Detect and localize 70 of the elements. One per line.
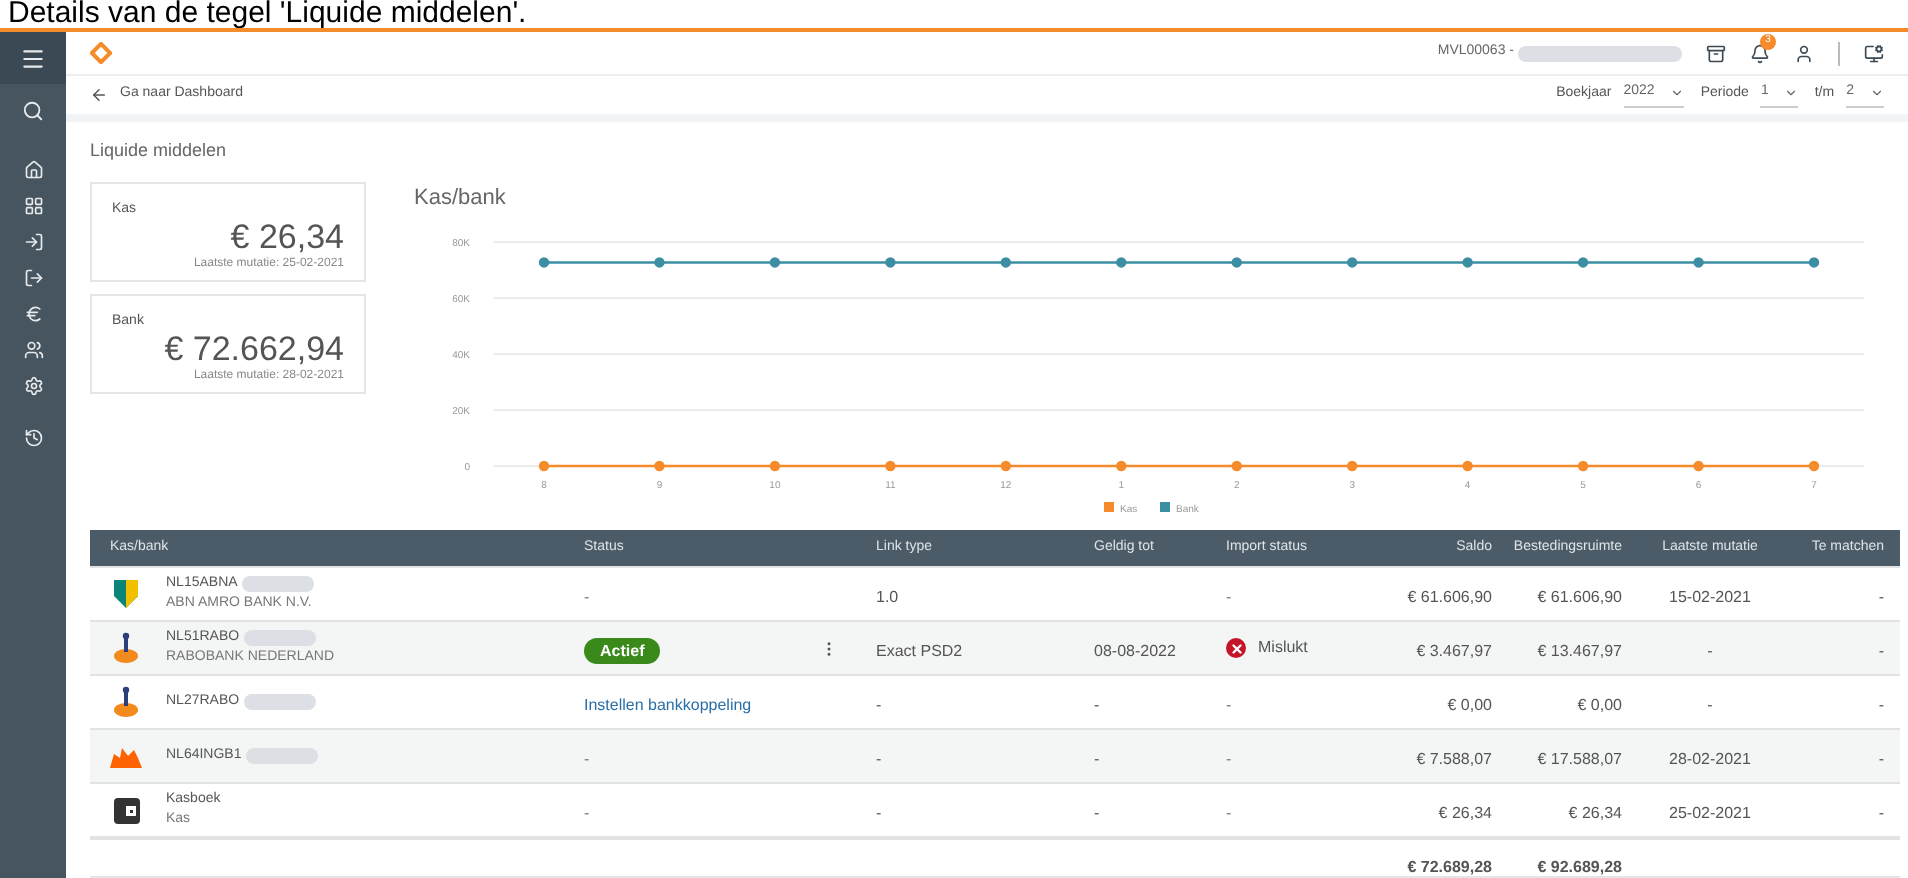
caret-icon — [1870, 86, 1884, 101]
table-cell: - — [876, 804, 882, 822]
table-cell: € 0,00 — [1577, 696, 1622, 714]
table-cell: € 72.689,28 — [1407, 858, 1492, 876]
table-cell: - — [1707, 642, 1713, 660]
table-cell: € 26,34 — [1438, 804, 1492, 822]
menu-icon[interactable] — [20, 45, 46, 71]
table-cell: € 61.606,90 — [1407, 588, 1492, 606]
table-cell: - — [1878, 642, 1884, 660]
section-title: Liquide middelen — [90, 138, 229, 164]
table-cell: - — [1094, 696, 1100, 714]
table-cell: - — [1878, 750, 1884, 768]
caret-icon — [1784, 86, 1799, 101]
bell-icon[interactable] — [1750, 43, 1770, 64]
chart-title: Kas/bank — [414, 183, 508, 213]
table-cell: - — [1878, 696, 1884, 714]
table-cell: - — [1226, 588, 1232, 606]
card-amount: € 26,34 — [230, 220, 344, 256]
table-cell: Exact PSD2 — [876, 642, 963, 660]
archive-icon[interactable] — [1706, 43, 1726, 64]
wallet-icon — [113, 797, 139, 823]
table-cell: - — [1878, 804, 1884, 822]
table-cell: € 0,00 — [1447, 696, 1492, 714]
sign-out-icon[interactable] — [23, 268, 43, 288]
table-cell: € 92.689,28 — [1537, 858, 1622, 876]
back-arrow-icon — [90, 86, 108, 105]
table-cell: - — [1094, 750, 1100, 768]
shield-logo-icon — [114, 580, 138, 608]
table-cell: - — [1226, 804, 1232, 822]
table-cell: € 61.606,90 — [1537, 588, 1622, 606]
user-icon[interactable] — [1794, 43, 1814, 64]
lion-logo-icon — [110, 745, 142, 767]
table-cell: 15-02-2021 — [1669, 588, 1751, 606]
users-icon[interactable] — [23, 340, 43, 360]
table-cell: € 17.588,07 — [1537, 750, 1622, 768]
table-cell: - — [876, 696, 882, 714]
table-cell: - — [584, 804, 590, 822]
table-cell: € 3.467,97 — [1416, 642, 1492, 660]
table-cell: 08-08-2022 — [1094, 642, 1176, 660]
table-cell: € 13.467,97 — [1537, 642, 1622, 660]
caret-icon — [1670, 86, 1685, 101]
home-icon[interactable] — [23, 160, 43, 180]
status-badge: Actief — [584, 638, 661, 664]
caption: Details van de tegel 'Liquide middelen'. — [6, 0, 529, 28]
figure-logo-icon — [112, 632, 140, 664]
settings-icon[interactable] — [23, 376, 43, 396]
euro-icon[interactable] — [23, 304, 43, 324]
search-icon[interactable] — [22, 99, 44, 121]
table-cell: - — [1094, 804, 1100, 822]
screen-settings-icon[interactable] — [1864, 43, 1884, 64]
grid-icon[interactable] — [23, 196, 43, 216]
setup-link[interactable]: Instellen bankkoppeling — [584, 696, 752, 714]
table-cell: 1.0 — [876, 588, 899, 606]
table-cell: - — [1226, 696, 1232, 714]
table-cell: - — [584, 750, 590, 768]
figure-logo-icon — [112, 686, 140, 718]
table-cell: - — [584, 588, 590, 606]
table-cell: - — [876, 750, 882, 768]
table-cell: 25-02-2021 — [1669, 804, 1751, 822]
table-cell: € 7.588,07 — [1416, 750, 1492, 768]
table-cell: - — [1707, 696, 1713, 714]
table-cell: € 26,34 — [1568, 804, 1622, 822]
sign-in-icon[interactable] — [23, 232, 43, 252]
card-amount: € 72.662,94 — [164, 332, 344, 368]
table-cell: - — [1878, 588, 1884, 606]
table-cell: - — [1226, 750, 1232, 768]
history-icon[interactable] — [23, 428, 43, 448]
table-cell: 28-02-2021 — [1669, 750, 1751, 768]
table-cell: Mislukt — [1258, 636, 1308, 660]
error-icon — [1226, 638, 1246, 658]
